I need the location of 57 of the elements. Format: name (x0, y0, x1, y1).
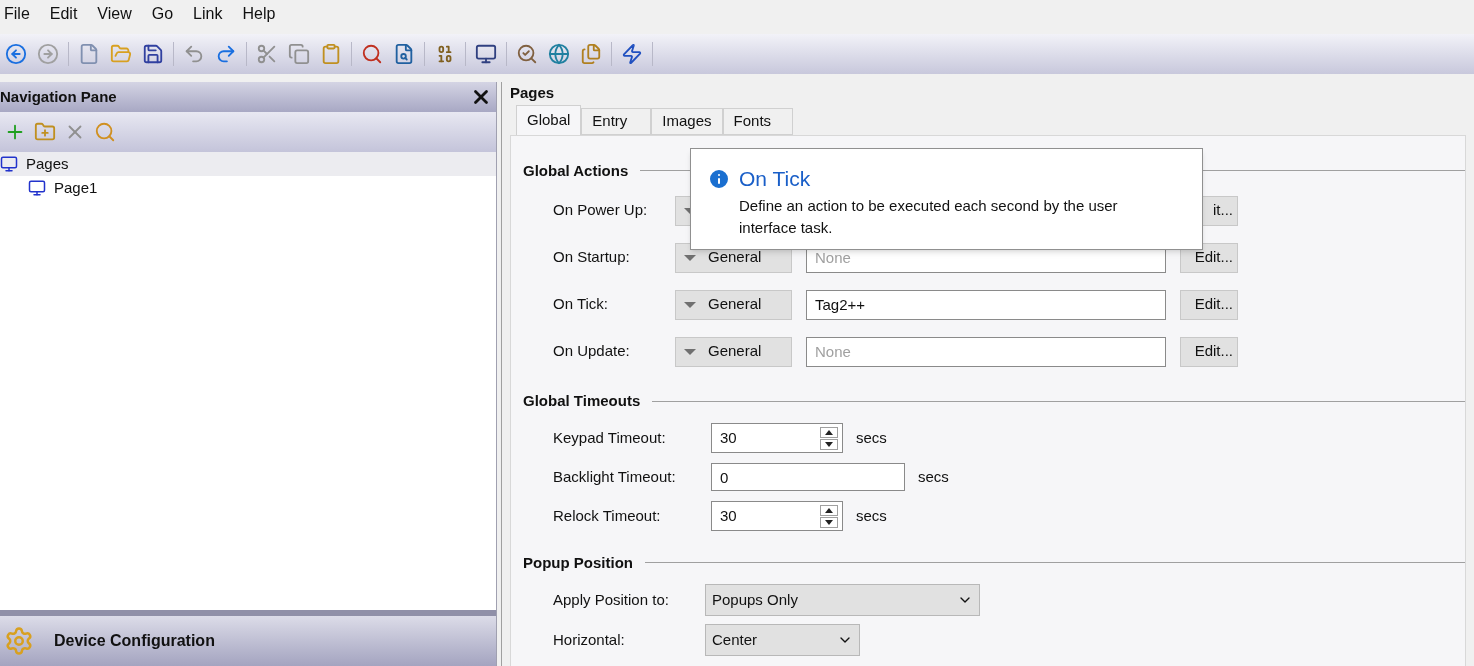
page-icon (28, 179, 46, 197)
tree-label: Page1 (54, 177, 98, 198)
field-label: Relock Timeout: (553, 505, 662, 526)
menu-item[interactable]: Link (193, 2, 223, 26)
tree-label: Pages (26, 153, 69, 174)
spin-down-icon (820, 438, 838, 450)
field-label: Keypad Timeout: (553, 427, 667, 448)
unit-label: secs (856, 427, 887, 448)
spin-field[interactable]: 30 (711, 501, 843, 531)
menu-item[interactable]: Edit (49, 2, 78, 26)
tab[interactable]: Entry (581, 107, 652, 135)
action-field[interactable]: None (806, 336, 1166, 367)
tab[interactable]: Images (651, 107, 723, 135)
gear-icon (4, 626, 34, 656)
edit-button[interactable]: Edit... (1180, 336, 1238, 367)
tooltip-text: Define an action to be executed each second by the user interface task. (739, 195, 1119, 238)
type-dropdown[interactable]: General (675, 289, 792, 320)
field-label: Backlight Timeout: (553, 466, 677, 487)
type-dropdown[interactable]: General (675, 336, 792, 367)
caret-icon (684, 301, 696, 308)
spin-down-icon (820, 516, 838, 528)
tab[interactable]: Fonts (722, 107, 793, 135)
spin-up-icon (820, 504, 838, 516)
field-label: On Update: (553, 341, 631, 362)
field-label: Apply Position to: (553, 589, 670, 610)
caret-icon (684, 348, 696, 355)
field-label: On Startup: (553, 247, 631, 268)
select-dropdown[interactable]: Popups Only (705, 584, 980, 616)
field-label: Horizontal: (553, 629, 626, 650)
timeout-field[interactable]: 0 (711, 463, 905, 491)
menu-item[interactable]: Go (151, 2, 174, 26)
pane-title: Navigation Pane (0, 86, 117, 107)
add-folder-icon (34, 121, 56, 143)
section-title: Global Actions (523, 160, 629, 181)
tree-item[interactable]: Pages (0, 152, 496, 176)
edit-button[interactable]: Edit... (1180, 289, 1238, 320)
field-label: On Power Up: (553, 200, 649, 221)
unit-label: secs (918, 466, 949, 487)
select-dropdown[interactable]: Center (705, 624, 860, 656)
menu-item[interactable]: View (97, 2, 132, 26)
menu-item[interactable]: Help (242, 2, 276, 26)
action-field[interactable]: Tag2++ (806, 289, 1166, 320)
search-icon (94, 121, 116, 143)
field-label: On Tick: (553, 294, 609, 315)
pane-footer[interactable]: Device Configuration (0, 616, 496, 666)
spin-up-icon (820, 426, 838, 438)
menu-item[interactable]: File (4, 2, 30, 26)
section-title: Popup Position (523, 552, 633, 573)
unit-label: secs (856, 505, 887, 526)
tab[interactable]: Global (516, 104, 582, 135)
section-title: Global Timeouts (523, 391, 641, 411)
tooltip-title: On Tick (739, 166, 811, 192)
panel-title: Pages (510, 83, 556, 103)
page-icon (0, 155, 18, 173)
tree-item[interactable]: Page1 (0, 176, 496, 200)
footer-title: Device Configuration (54, 631, 215, 651)
spin-field[interactable]: 30 (711, 423, 843, 453)
